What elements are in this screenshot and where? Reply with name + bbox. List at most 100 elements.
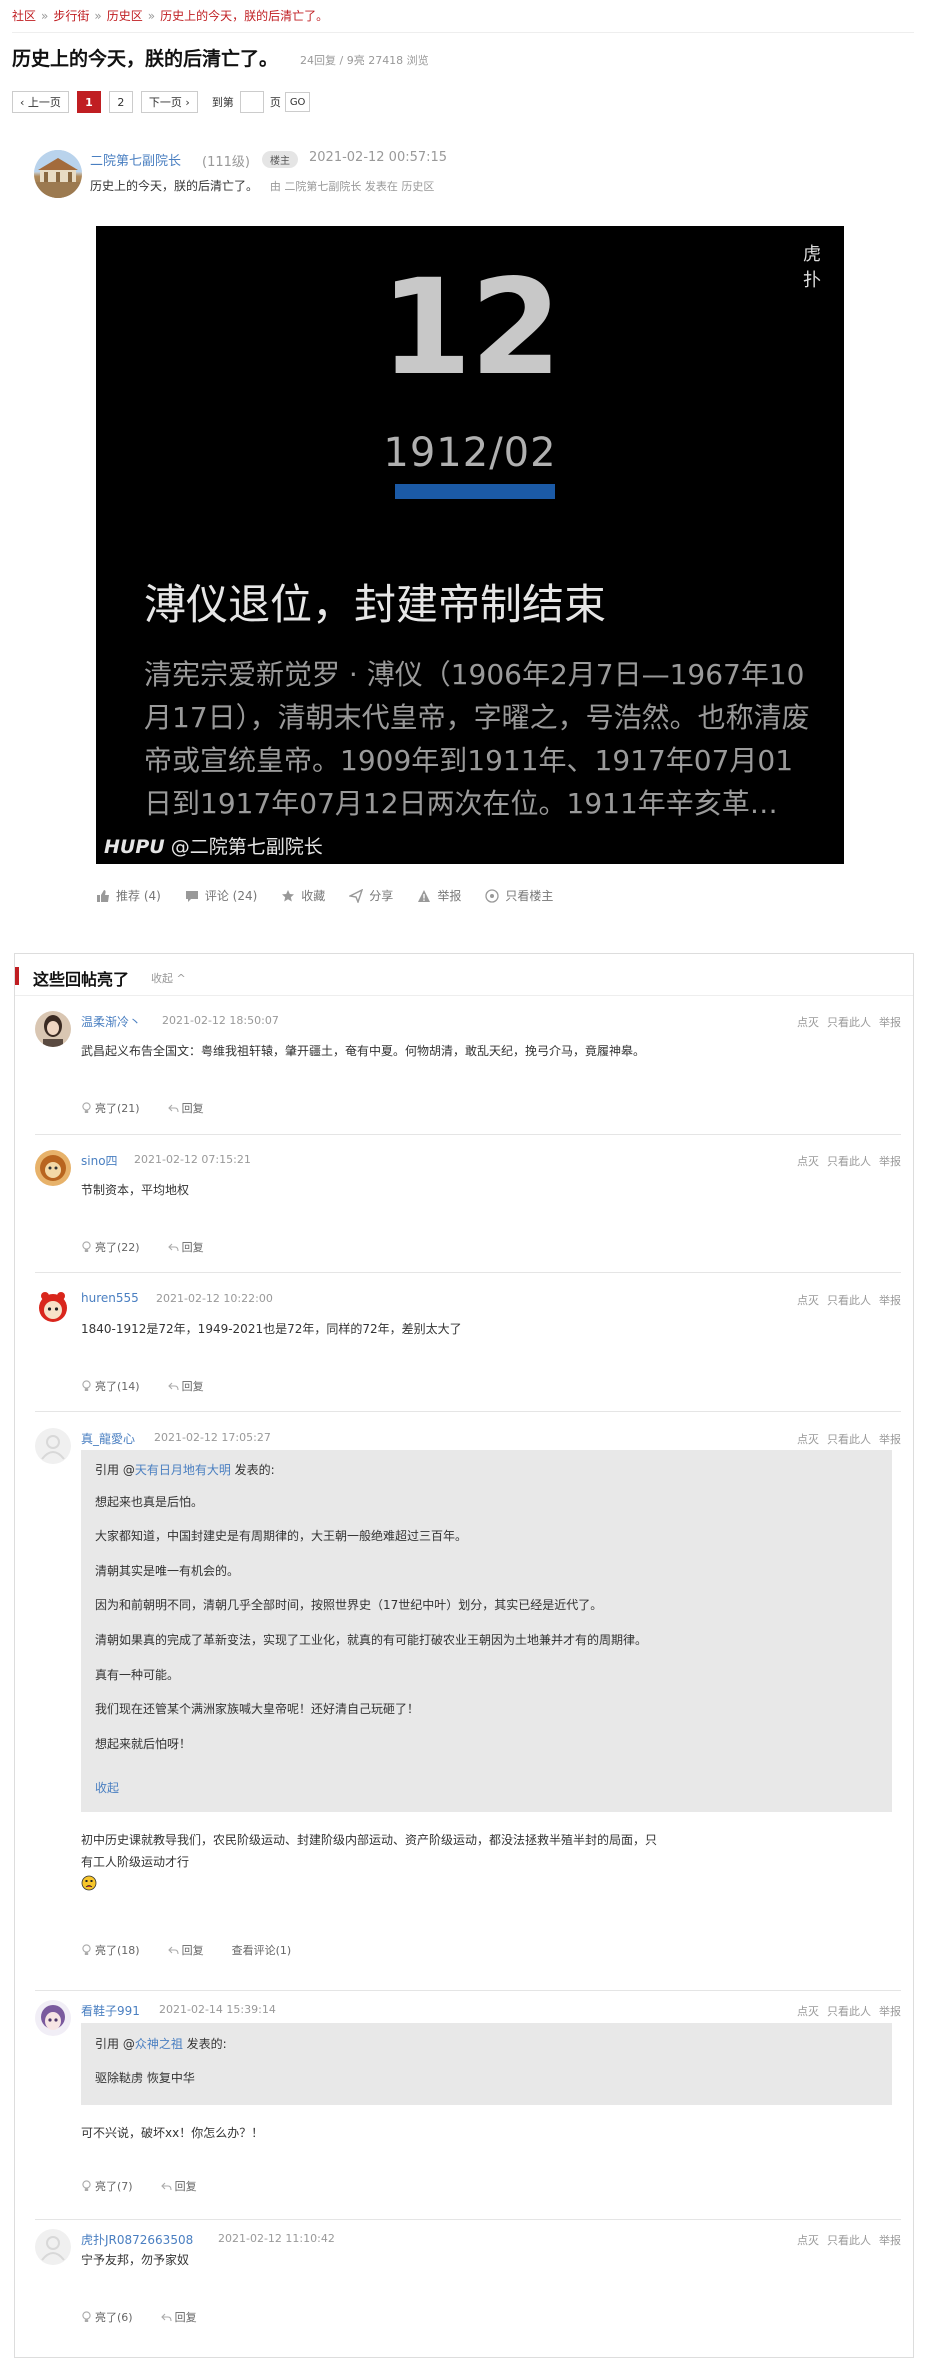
page-number-input[interactable]	[239, 91, 264, 113]
prev-page-button[interactable]: ‹ 上一页	[12, 91, 69, 113]
reply-username[interactable]: 看鞋子991	[81, 2002, 140, 2019]
reply-username[interactable]: 虎扑JR0872663508	[81, 2231, 193, 2248]
dislike-button[interactable]: 点灭	[797, 1433, 819, 1446]
eye-icon	[485, 888, 499, 903]
page-2-button[interactable]: 2	[108, 91, 133, 113]
only-this-user-button[interactable]: 只看此人	[827, 1294, 871, 1307]
dislike-button[interactable]: 点灭	[797, 1016, 819, 1029]
light-button[interactable]: 亮了(14)	[81, 1378, 140, 1394]
quote-collapse-link[interactable]: 收起	[95, 1779, 119, 1796]
reply-label: 回复	[181, 1380, 204, 1393]
highlighted-replies-header: 这些回帖亮了 收起 ^	[15, 954, 913, 996]
reply-button[interactable]: 回复	[160, 2178, 197, 2194]
reply-username[interactable]: huren555	[81, 1291, 139, 1305]
reply-button[interactable]: 回复	[167, 1378, 204, 1394]
reply-ops: 点灭 只看此人 举报	[789, 1431, 901, 1447]
breadcrumb-current[interactable]: 历史上的今天，朕的后清亡了。	[160, 9, 328, 23]
breadcrumb-history[interactable]: 历史区	[107, 9, 143, 23]
breadcrumb-community[interactable]: 社区	[12, 9, 36, 23]
post-actions: 推荐 (4) 评论 (24) 收藏 分享 举报 只看楼主	[96, 887, 577, 904]
avatar[interactable]	[35, 1150, 71, 1186]
reply-username[interactable]: sino四	[81, 1152, 118, 1169]
reply-arrow-icon	[160, 2313, 172, 2321]
only-this-user-button[interactable]: 只看此人	[827, 2234, 871, 2247]
op-meta-author[interactable]: 二院第七副院长	[284, 180, 361, 193]
report-button[interactable]: 举报	[417, 887, 461, 904]
only-this-user-button[interactable]: 只看此人	[827, 1016, 871, 1029]
reply-username[interactable]: 真_龍愛心	[81, 1430, 135, 1447]
op-avatar[interactable]	[34, 150, 82, 198]
quote-line: 因为和前朝明不同，清朝几乎全部时间，按照世界史（17世纪中叶）划分，其实已经是近…	[95, 1598, 603, 1612]
share-button[interactable]: 分享	[349, 887, 393, 904]
post-image[interactable]: 虎扑 12 1912/02 溥仪退位，封建帝制结束 清宪宗爱新觉罗 · 溥仪（1…	[96, 226, 844, 864]
reply-label: 回复	[181, 1102, 204, 1115]
go-button[interactable]: GO	[284, 92, 311, 112]
reply-button[interactable]: 回复	[167, 1100, 204, 1116]
breadcrumb-street[interactable]: 步行街	[53, 9, 89, 23]
quote-username[interactable]: 天有日月地有大明	[135, 1463, 231, 1477]
page-1-button[interactable]: 1	[76, 91, 101, 113]
favorite-button[interactable]: 收藏	[281, 887, 325, 904]
reply-label: 回复	[181, 1241, 204, 1254]
reply-footer: 亮了(18) 回复 查看评论(1)	[81, 1942, 319, 1958]
default-avatar-image	[35, 2229, 71, 2265]
quote-username[interactable]: 众神之祖	[135, 2037, 183, 2051]
bulb-icon	[82, 2311, 91, 2322]
reply-username[interactable]: 温柔渐冷丶	[81, 1013, 141, 1030]
light-button[interactable]: 亮了(21)	[81, 1100, 140, 1116]
reply-timestamp: 2021-02-12 18:50:07	[162, 1014, 279, 1027]
avatar[interactable]	[35, 2229, 71, 2265]
quote-header: 引用 @天有日月地有大明 发表的:	[95, 1461, 275, 1478]
poster-body: 清宪宗爱新觉罗 · 溥仪（1906年2月7日—1967年10 月17日），清朝末…	[144, 653, 824, 825]
bulb-icon	[82, 1944, 91, 1955]
reply-timestamp: 2021-02-12 10:22:00	[156, 1292, 273, 1305]
reply-footer: 亮了(22) 回复	[81, 1239, 232, 1255]
reply-button[interactable]: 回复	[160, 2309, 197, 2325]
op-level: (111级)	[202, 155, 250, 170]
avatar[interactable]	[35, 1011, 71, 1047]
next-page-button[interactable]: 下一页 ›	[140, 91, 198, 113]
light-button[interactable]: 亮了(18)	[81, 1942, 140, 1958]
avatar[interactable]	[35, 1289, 71, 1325]
reply-button[interactable]: 回复	[167, 1942, 204, 1958]
reply-button[interactable]: 回复	[167, 1239, 204, 1255]
dislike-button[interactable]: 点灭	[797, 1294, 819, 1307]
light-button[interactable]: 亮了(22)	[81, 1239, 140, 1255]
avatar[interactable]	[35, 2000, 71, 2036]
op-username[interactable]: 二院第七副院长	[90, 150, 181, 169]
only-this-user-button[interactable]: 只看此人	[827, 1155, 871, 1168]
star-icon	[282, 889, 295, 901]
reply-arrow-icon	[167, 1382, 179, 1390]
reply-ops: 点灭 只看此人 举报	[789, 1292, 901, 1308]
jump-label: 到第	[211, 96, 234, 109]
reply-report-button[interactable]: 举报	[879, 2005, 901, 2018]
light-count: 亮了(21)	[95, 1102, 140, 1115]
reply-text: 有工人阶级运动才行	[81, 1855, 190, 1869]
reply-timestamp: 2021-02-14 15:39:14	[159, 2003, 276, 2016]
dislike-button[interactable]: 点灭	[797, 2005, 819, 2018]
comment-button[interactable]: 评论 (24)	[185, 887, 257, 904]
avatar[interactable]	[35, 1428, 71, 1464]
light-button[interactable]: 亮了(7)	[81, 2178, 133, 2194]
reply-report-button[interactable]: 举报	[879, 1155, 901, 1168]
reply-report-button[interactable]: 举报	[879, 1294, 901, 1307]
quote-prefix: 引用 @	[95, 1463, 135, 1477]
reply-report-button[interactable]: 举报	[879, 1016, 901, 1029]
light-button[interactable]: 亮了(6)	[81, 2309, 133, 2325]
only-this-user-button[interactable]: 只看此人	[827, 1433, 871, 1446]
reply-ops: 点灭 只看此人 举报	[789, 1153, 901, 1169]
collapse-button[interactable]: 收起 ^	[151, 970, 186, 986]
only-op-button[interactable]: 只看楼主	[485, 887, 553, 904]
poster-accent-bar	[395, 484, 555, 499]
only-this-user-button[interactable]: 只看此人	[827, 2005, 871, 2018]
reply-report-button[interactable]: 举报	[879, 2234, 901, 2247]
recommend-button[interactable]: 推荐 (4)	[96, 887, 161, 904]
reply-text: 1840-1912是72年，1949-2021也是72年，同样的72年，差别太大…	[81, 1322, 462, 1336]
view-comments-button[interactable]: 查看评论(1)	[232, 1942, 292, 1958]
dislike-button[interactable]: 点灭	[797, 1155, 819, 1168]
reply-footer: 亮了(14) 回复	[81, 1378, 232, 1394]
only-op-label: 只看楼主	[505, 889, 554, 903]
reply-report-button[interactable]: 举报	[879, 1433, 901, 1446]
dislike-button[interactable]: 点灭	[797, 2234, 819, 2247]
op-meta-board[interactable]: 历史区	[401, 180, 434, 193]
